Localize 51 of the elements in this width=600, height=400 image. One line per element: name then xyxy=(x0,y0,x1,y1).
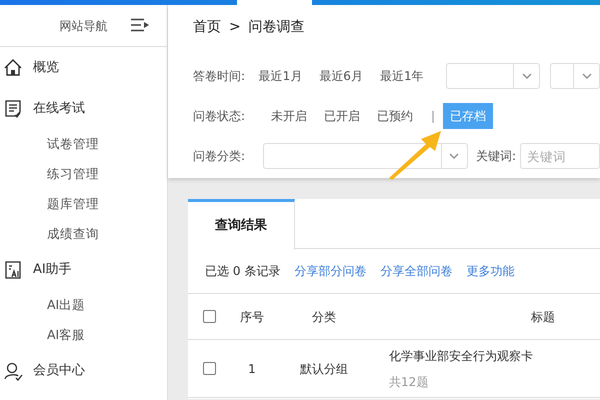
select-field[interactable] xyxy=(263,143,468,169)
chevron-down-icon xyxy=(582,73,592,79)
sidebar-title: 网站导航 xyxy=(60,18,108,34)
sidebar-item[interactable]: 会员中心 xyxy=(0,350,167,391)
filter-label: 问卷分类: xyxy=(193,148,246,165)
user-icon xyxy=(3,360,23,380)
sidebar-subitem[interactable]: 题库管理 xyxy=(0,189,167,219)
sidebar-subitem[interactable]: 练习管理 xyxy=(0,159,167,189)
document-icon xyxy=(3,98,23,118)
filter-label: 答卷时间: xyxy=(193,68,246,85)
table-cell-text: 1 xyxy=(247,360,257,378)
breadcrumb-link[interactable]: 首页 xyxy=(193,19,221,35)
sidebar-subitem[interactable]: AI客服 xyxy=(0,320,167,350)
filter-option[interactable]: 最近1月 xyxy=(252,63,310,89)
filter-option[interactable]: 最近6月 xyxy=(312,63,370,89)
column-header: 标题 xyxy=(530,308,555,326)
selection-count: 已选 0 条记录 xyxy=(205,263,280,280)
sidebar-subitem[interactable]: AI出题 xyxy=(0,290,167,320)
filter-option[interactable]: 最近1年 xyxy=(372,63,431,89)
action-link[interactable]: 分享部分问卷 xyxy=(294,262,366,280)
select-field[interactable] xyxy=(446,63,540,89)
breadcrumb-separator: > xyxy=(229,19,241,35)
action-link[interactable]: 更多功能 xyxy=(466,262,514,280)
sidebar-subitem[interactable]: 成绩查询 xyxy=(0,219,167,249)
home-icon xyxy=(3,58,23,78)
select-all-checkbox[interactable] xyxy=(203,310,216,323)
separator-mark: | xyxy=(431,108,436,125)
filter-label: 问卷状态: xyxy=(193,108,246,125)
menu-toggle-icon[interactable] xyxy=(131,18,149,32)
select-field[interactable] xyxy=(550,63,600,89)
keyword-field[interactable]: 关键词 xyxy=(520,143,600,169)
chevron-down-icon xyxy=(449,153,460,159)
results-tab[interactable]: 查询结果 xyxy=(188,199,295,250)
column-header: 分类 xyxy=(311,308,337,326)
row-checkbox[interactable] xyxy=(203,362,216,375)
column-header: 序号 xyxy=(239,308,265,326)
filter-option[interactable]: 已开启 xyxy=(317,103,367,129)
filter-option[interactable]: 未开启 xyxy=(264,103,314,129)
table-cell-text: 默认分组 xyxy=(299,360,349,378)
question-count: 共12题 xyxy=(389,374,430,390)
sidebar-item[interactable]: 概览 xyxy=(0,47,167,88)
breadcrumb-current: 问卷调查 xyxy=(248,19,305,35)
chevron-down-icon xyxy=(522,73,532,79)
sidebar-subitem[interactable]: 试卷管理 xyxy=(0,129,167,159)
sidebar-item[interactable]: AI助手 xyxy=(0,249,167,290)
action-link[interactable]: 分享全部问卷 xyxy=(380,262,452,280)
sidebar-item[interactable]: 在线考试 xyxy=(0,88,167,129)
filter-label: 关键词: xyxy=(476,148,516,165)
survey-title: 化学事业部安全行为观察卡 xyxy=(389,348,533,364)
filter-option[interactable]: 已预约 xyxy=(370,103,420,129)
ai-icon xyxy=(3,260,23,280)
